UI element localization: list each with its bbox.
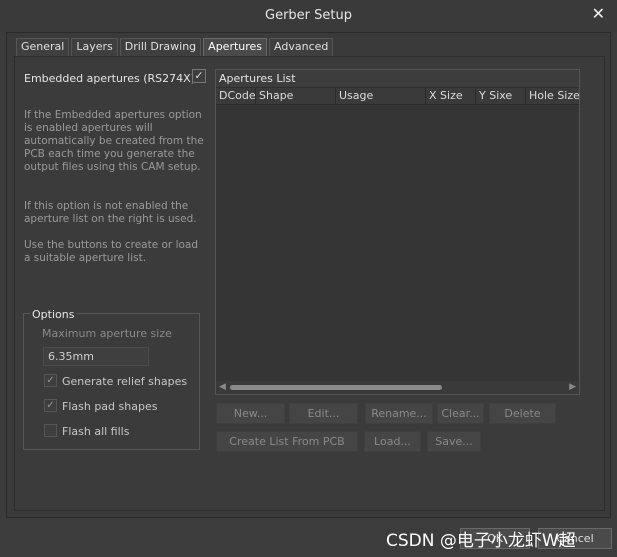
tab-layers[interactable]: Layers (71, 38, 118, 56)
clear-button[interactable]: Clear... (437, 403, 484, 424)
options-legend: Options (30, 308, 77, 321)
apertures-list-header: DCode Shape Usage X Size Y Sixe Hole Siz… (216, 88, 579, 105)
column-hole-size[interactable]: Hole Size (526, 88, 579, 104)
help-text-buttons: Use the buttons to create or load a suit… (24, 239, 199, 264)
scroll-right-icon[interactable]: ▶ (569, 381, 576, 394)
delete-button[interactable]: Delete (489, 403, 556, 424)
apertures-list-title: Apertures List (216, 70, 579, 88)
horizontal-scrollbar[interactable]: ◀ ▶ (216, 381, 579, 394)
help-text-embedded: If the Embedded apertures option is enab… (24, 109, 204, 173)
scrollbar-thumb[interactable] (230, 385, 442, 390)
max-aperture-size-label: Maximum aperture size (42, 327, 172, 340)
load-button[interactable]: Load... (364, 431, 421, 452)
flash-pad-checkbox[interactable]: ✓ (44, 399, 57, 412)
column-y-size[interactable]: Y Sixe (476, 88, 526, 104)
generate-relief-label: Generate relief shapes (62, 375, 188, 388)
flash-all-fills-checkbox[interactable] (44, 424, 57, 437)
tab-general[interactable]: General (16, 38, 70, 56)
flash-pad-label: Flash pad shapes (62, 400, 158, 413)
column-x-size[interactable]: X Size (426, 88, 476, 104)
create-list-from-pcb-button[interactable]: Create List From PCB (216, 431, 358, 452)
max-aperture-size-input[interactable]: 6.35mm (43, 347, 149, 366)
column-usage[interactable]: Usage (336, 88, 426, 104)
watermark: CSDN @电子小龙虾W超 (386, 531, 576, 551)
tab-bar: General Layers Drill Drawing Apertures A… (16, 38, 335, 56)
edit-button[interactable]: Edit... (289, 403, 358, 424)
apertures-list-body[interactable] (216, 106, 579, 382)
generate-relief-checkbox[interactable]: ✓ (44, 374, 57, 387)
title-bar: Gerber Setup ✕ (0, 0, 617, 32)
save-button[interactable]: Save... (427, 431, 481, 452)
column-dcode[interactable]: DCode (216, 88, 256, 104)
embedded-apertures-label: Embedded apertures (RS274X) (24, 72, 195, 85)
help-text-not-enabled: If this option is not enabled the apertu… (24, 200, 197, 225)
column-shape[interactable]: Shape (256, 88, 336, 104)
embedded-apertures-checkbox[interactable]: ✓ (192, 69, 206, 83)
new-button[interactable]: New... (216, 403, 285, 424)
rename-button[interactable]: Rename... (365, 403, 433, 424)
window-title: Gerber Setup (265, 8, 352, 23)
flash-all-fills-label: Flash all fills (62, 425, 130, 438)
tab-apertures[interactable]: Apertures (203, 38, 268, 56)
close-icon[interactable]: ✕ (592, 4, 605, 23)
apertures-list: Apertures List DCode Shape Usage X Size … (215, 69, 580, 395)
tab-advanced[interactable]: Advanced (269, 38, 334, 56)
tab-drill-drawing[interactable]: Drill Drawing (119, 38, 202, 56)
scroll-left-icon[interactable]: ◀ (219, 381, 226, 394)
